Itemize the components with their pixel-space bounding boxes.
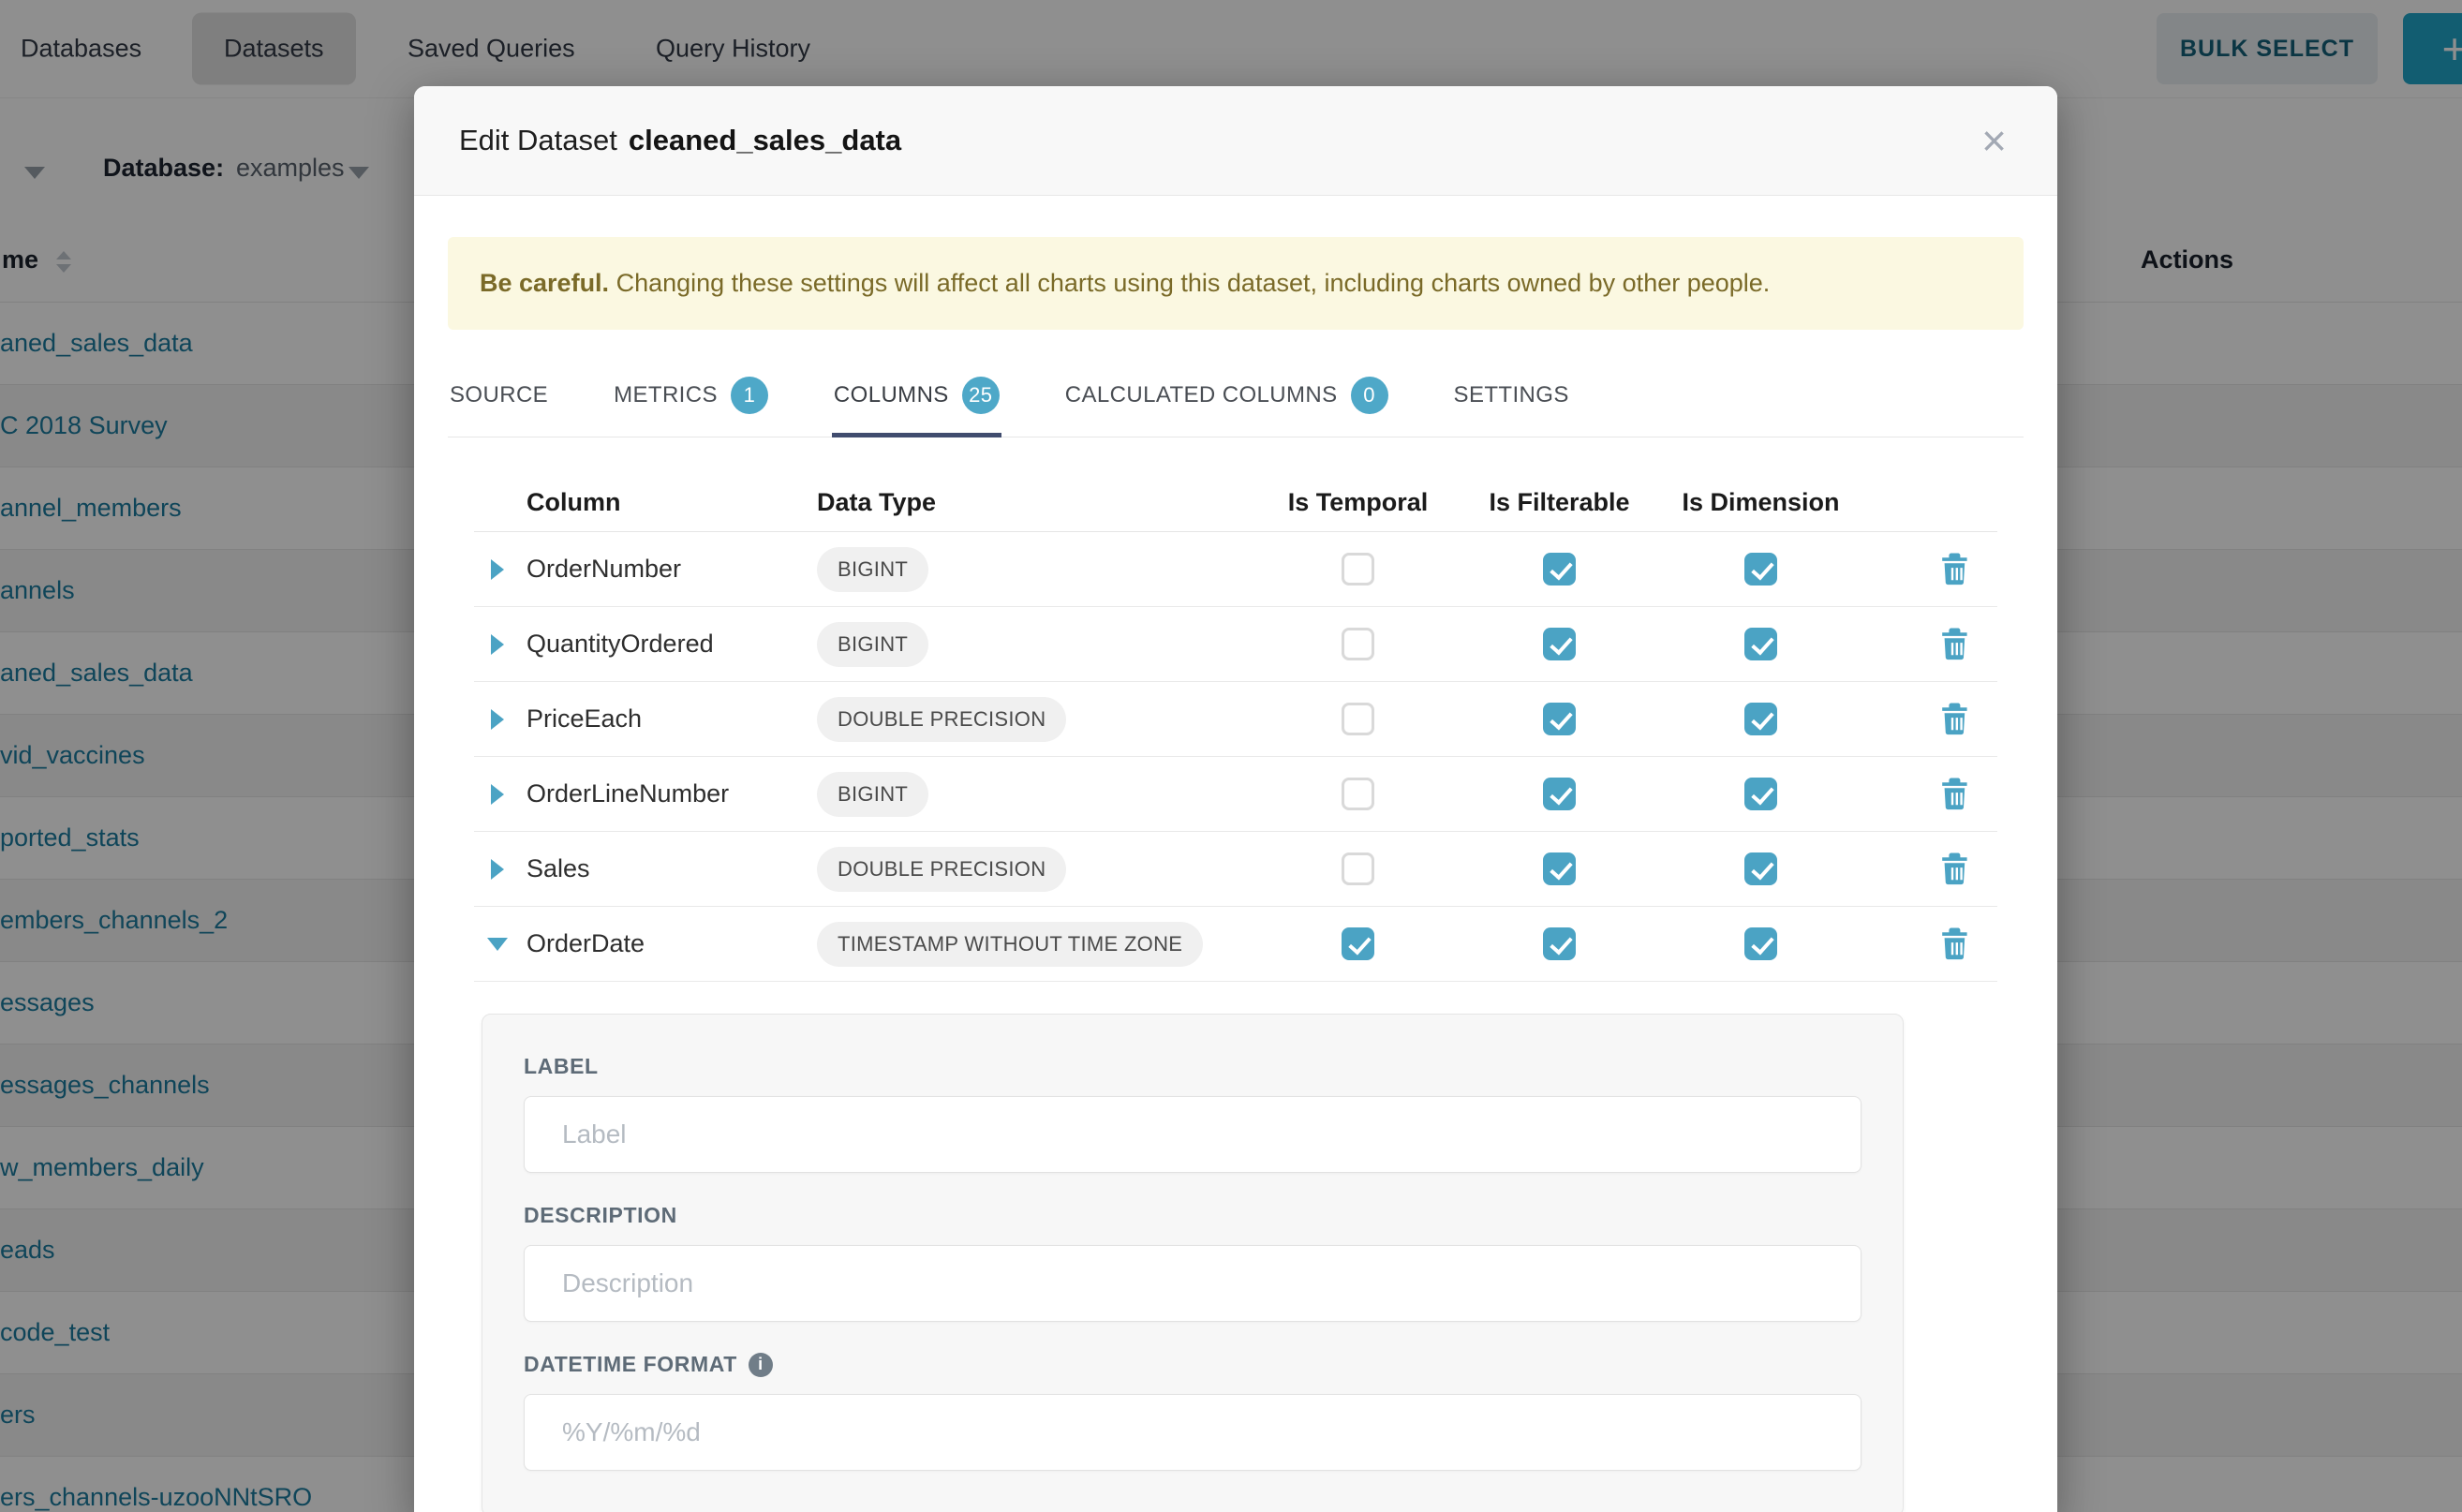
- expand-caret-icon[interactable]: [487, 938, 508, 951]
- tab-metrics[interactable]: METRICS 1: [612, 362, 770, 437]
- data-type-pill: BIGINT: [817, 622, 928, 667]
- warning-banner: Be careful. Changing these settings will…: [448, 237, 2024, 330]
- modal-title-dataset-name: cleaned_sales_data: [629, 124, 901, 157]
- tab-settings[interactable]: SETTINGS: [1452, 362, 1571, 437]
- is-dimension-checkbox[interactable]: [1744, 703, 1777, 735]
- column-name: PriceEach: [527, 704, 817, 734]
- is-temporal-checkbox[interactable]: [1342, 852, 1374, 885]
- data-type-pill: BIGINT: [817, 547, 928, 592]
- is-filterable-checkbox[interactable]: [1543, 703, 1576, 735]
- is-dimension-checkbox[interactable]: [1744, 927, 1777, 960]
- column-name: OrderNumber: [527, 555, 817, 584]
- label-field-label: LABEL: [524, 1054, 1861, 1079]
- columns-table-body: OrderNumber BIGINT QuantityOrdered BIGIN…: [474, 532, 1997, 982]
- is-filterable-checkbox[interactable]: [1543, 778, 1576, 810]
- tab-calculated-columns[interactable]: CALCULATED COLUMNS 0: [1063, 362, 1390, 437]
- expand-caret-icon[interactable]: [491, 634, 504, 655]
- is-dimension-checkbox[interactable]: [1744, 778, 1777, 810]
- delete-column-button[interactable]: [1913, 778, 1997, 811]
- app-window: Databases Datasets Saved Queries Query H…: [0, 0, 2462, 1512]
- column-name: OrderDate: [527, 929, 817, 958]
- is-temporal-header: Is Temporal: [1257, 488, 1459, 517]
- description-field-label: DESCRIPTION: [524, 1203, 1861, 1228]
- description-input[interactable]: [524, 1245, 1861, 1322]
- data-type-pill: DOUBLE PRECISION: [817, 847, 1066, 892]
- label-input[interactable]: [524, 1096, 1861, 1173]
- is-filterable-checkbox[interactable]: [1543, 553, 1576, 586]
- is-temporal-checkbox[interactable]: [1342, 553, 1374, 586]
- delete-column-button[interactable]: [1913, 703, 1997, 736]
- tab-label: SETTINGS: [1454, 382, 1569, 408]
- modal-tabs: SOURCE METRICS 1 COLUMNS 25 CALCULATED C…: [448, 362, 2024, 437]
- tab-source[interactable]: SOURCE: [448, 362, 550, 437]
- is-filterable-checkbox[interactable]: [1543, 927, 1576, 960]
- warning-text: Changing these settings will affect all …: [609, 269, 1770, 297]
- info-icon[interactable]: i: [749, 1353, 773, 1377]
- delete-column-button[interactable]: [1913, 628, 1997, 661]
- description-field-group: DESCRIPTION: [524, 1203, 1861, 1322]
- delete-column-button[interactable]: [1913, 927, 1997, 961]
- is-dimension-header: Is Dimension: [1660, 488, 1861, 517]
- is-dimension-checkbox[interactable]: [1744, 852, 1777, 885]
- tab-label: SOURCE: [450, 382, 548, 408]
- modal-body: Be careful. Changing these settings will…: [414, 196, 2057, 1512]
- column-name: QuantityOrdered: [527, 630, 817, 659]
- tab-count-badge: 1: [731, 377, 768, 414]
- data-type-header: Data Type: [817, 488, 1257, 517]
- delete-column-button[interactable]: [1913, 852, 1997, 886]
- tab-count-badge: 0: [1351, 377, 1388, 414]
- datetime-format-field-group: DATETIME FORMAT i: [524, 1352, 1861, 1471]
- tab-columns[interactable]: COLUMNS 25: [832, 362, 1001, 437]
- column-row: QuantityOrdered BIGINT: [474, 607, 1997, 682]
- tab-label: METRICS: [614, 382, 718, 408]
- column-row: OrderLineNumber BIGINT: [474, 757, 1997, 832]
- column-row: PriceEach DOUBLE PRECISION: [474, 682, 1997, 757]
- column-name: Sales: [527, 854, 817, 883]
- expand-caret-icon[interactable]: [491, 559, 504, 580]
- is-filterable-checkbox[interactable]: [1543, 852, 1576, 885]
- modal-header: Edit Dataset cleaned_sales_data ×: [414, 86, 2057, 196]
- close-icon[interactable]: ×: [1976, 118, 2012, 163]
- column-row: OrderDate TIMESTAMP WITHOUT TIME ZONE: [474, 907, 1997, 982]
- expand-caret-icon[interactable]: [491, 709, 504, 730]
- is-filterable-header: Is Filterable: [1459, 488, 1660, 517]
- is-dimension-checkbox[interactable]: [1744, 628, 1777, 660]
- data-type-pill: TIMESTAMP WITHOUT TIME ZONE: [817, 922, 1203, 967]
- tab-count-badge: 25: [962, 377, 1000, 414]
- column-name: OrderLineNumber: [527, 779, 817, 808]
- edit-dataset-modal: Edit Dataset cleaned_sales_data × Be car…: [414, 86, 2057, 1512]
- modal-title: Edit Dataset: [459, 124, 617, 157]
- is-temporal-checkbox[interactable]: [1342, 703, 1374, 735]
- is-temporal-checkbox[interactable]: [1342, 927, 1374, 960]
- column-edit-panel: LABEL DESCRIPTION DATETIME FORMAT i: [482, 1014, 1904, 1512]
- label-field-group: LABEL: [524, 1054, 1861, 1173]
- tab-label: COLUMNS: [834, 382, 949, 408]
- tab-label: CALCULATED COLUMNS: [1065, 382, 1338, 408]
- datetime-format-input[interactable]: [524, 1394, 1861, 1471]
- is-temporal-checkbox[interactable]: [1342, 778, 1374, 810]
- warning-bold-text: Be careful.: [480, 269, 609, 297]
- is-dimension-checkbox[interactable]: [1744, 553, 1777, 586]
- column-header: Column: [527, 488, 817, 517]
- is-temporal-checkbox[interactable]: [1342, 628, 1374, 660]
- expand-caret-icon[interactable]: [491, 859, 504, 880]
- column-row: Sales DOUBLE PRECISION: [474, 832, 1997, 907]
- columns-table: Column Data Type Is Temporal Is Filterab…: [474, 473, 1997, 982]
- delete-column-button[interactable]: [1913, 553, 1997, 586]
- columns-table-header: Column Data Type Is Temporal Is Filterab…: [474, 473, 1997, 532]
- is-filterable-checkbox[interactable]: [1543, 628, 1576, 660]
- data-type-pill: DOUBLE PRECISION: [817, 697, 1066, 742]
- datetime-format-field-label: DATETIME FORMAT i: [524, 1352, 1861, 1377]
- column-row: OrderNumber BIGINT: [474, 532, 1997, 607]
- data-type-pill: BIGINT: [817, 772, 928, 817]
- expand-caret-icon[interactable]: [491, 784, 504, 805]
